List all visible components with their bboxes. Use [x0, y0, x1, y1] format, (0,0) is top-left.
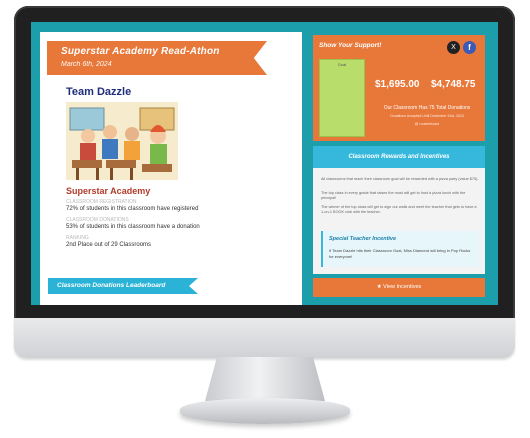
event-date: March 6th, 2024 — [61, 61, 112, 68]
view-incentives-label: View Incentives — [383, 284, 422, 290]
team-photo — [66, 102, 178, 180]
event-title: Superstar Academy Read-Athon — [61, 46, 220, 57]
team-panel: Superstar Academy Read-Athon March 6th, … — [40, 32, 302, 305]
leaderboard-link[interactable]: @ Leaderboard — [371, 122, 483, 126]
rewards-paragraph-3: The winner of the top class will get to … — [321, 205, 477, 214]
goal-amount: $4,748.75 — [431, 79, 476, 90]
ranking-label: RANKING — [66, 235, 89, 241]
rewards-paragraph-1: All classrooms that reach their classroo… — [321, 177, 479, 181]
donations-label: CLASSROOM DONATIONS — [66, 217, 129, 223]
rewards-title: Classroom Rewards and Incentives — [313, 146, 485, 168]
rewards-paragraph-2: The top class in every grade that raises… — [321, 191, 466, 200]
registration-label: CLASSROOM REGISTRATION — [66, 199, 137, 205]
team-name: Team Dazzle — [66, 86, 132, 98]
donations-value: 53% of students in this classroom have a… — [66, 224, 200, 230]
monitor-chin — [14, 318, 515, 358]
total-donations: Our Classroom Has 75 Total Donations — [383, 105, 471, 111]
monitor-stand-neck — [205, 357, 325, 401]
view-incentives-button[interactable]: ★ View Incentives — [313, 278, 485, 297]
teacher-incentive-text: If Team Dazzle hits their Classroom Goal… — [329, 248, 471, 259]
goal-label: Goal — [337, 62, 347, 67]
rewards-card: Classroom Rewards and Incentives All cla… — [313, 146, 485, 274]
facebook-share-icon[interactable]: f — [463, 41, 476, 54]
goal-progress: Goal — [319, 59, 365, 137]
school-name: Superstar Academy — [66, 186, 151, 196]
registration-value: 72% of students in this classroom have r… — [66, 206, 199, 212]
support-card: Show Your Support! X f Goal $1,695.00 $4… — [313, 35, 485, 141]
monitor-screen: Superstar Academy Read-Athon March 6th, … — [31, 22, 498, 305]
star-icon: ★ — [376, 284, 382, 290]
raised-amount: $1,695.00 — [375, 79, 420, 90]
donations-deadline: Donations Accepted Until December 31st, … — [390, 114, 464, 118]
x-share-icon[interactable]: X — [447, 41, 460, 54]
ranking-value: 2nd Place out of 29 Classrooms — [66, 242, 152, 248]
teacher-incentive-box: Special Teacher Incentive If Team Dazzle… — [321, 231, 479, 267]
support-title: Show Your Support! — [319, 42, 382, 49]
event-ribbon: Superstar Academy Read-Athon March 6th, … — [47, 41, 267, 75]
leaderboard-ribbon: Classroom Donations Leaderboard — [48, 278, 198, 294]
monitor-stand-base — [180, 398, 350, 424]
teacher-incentive-title: Special Teacher Incentive — [329, 236, 397, 242]
